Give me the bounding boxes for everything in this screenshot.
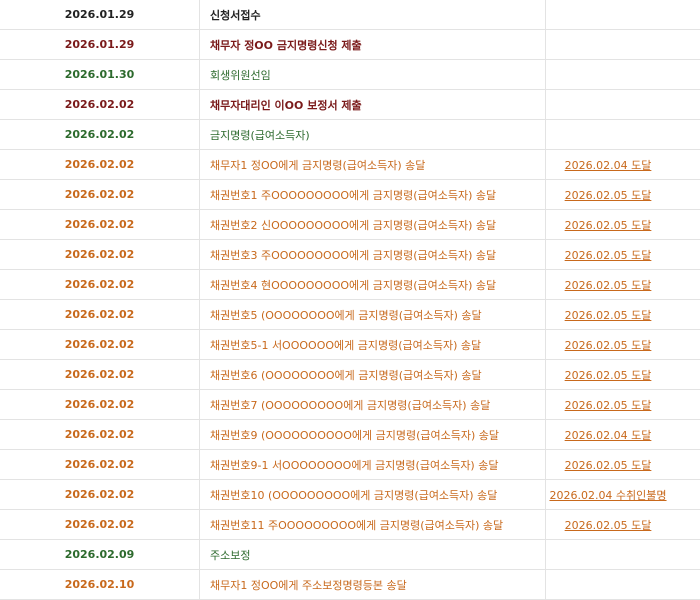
delivery-result-link[interactable]: 2026.02.05 도달 [565, 279, 652, 292]
delivery-result-link[interactable]: 2026.02.05 도달 [565, 309, 652, 322]
delivery-result-link[interactable]: 2026.02.05 도달 [565, 249, 652, 262]
progress-content: 채무자1 정OO에게 주소보정명령등본 송달 [200, 570, 546, 600]
progress-date: 2026.02.02 [0, 360, 200, 390]
delivery-result-link[interactable]: 2026.02.05 도달 [565, 189, 652, 202]
progress-content: 채권번호6 (OOOOOOOO에게 금지명령(급여소득자) 송달 [200, 360, 546, 390]
progress-row: 2026.02.02채권번호5 (OOOOOOOO에게 금지명령(급여소득자) … [0, 300, 700, 330]
delivery-result-link[interactable]: 2026.02.05 도달 [565, 519, 652, 532]
progress-date: 2026.02.02 [0, 480, 200, 510]
progress-result-cell: 2026.02.05 도달 [546, 180, 700, 210]
progress-row: 2026.02.02채권번호5-1 서OOOOOO에게 금지명령(급여소득자) … [0, 330, 700, 360]
progress-result-cell: 2026.02.05 도달 [546, 390, 700, 420]
progress-content: 회생위원선임 [200, 60, 546, 90]
progress-date: 2026.02.02 [0, 150, 200, 180]
progress-date: 2026.02.09 [0, 540, 200, 570]
progress-content: 채권번호10 (OOOOOOOOO에게 금지명령(급여소득자) 송달 [200, 480, 546, 510]
progress-row: 2026.02.02채권번호11 주OOOOOOOOO에게 금지명령(급여소득자… [0, 510, 700, 540]
progress-row: 2026.02.09주소보정 [0, 540, 700, 570]
progress-result-cell [546, 570, 700, 600]
progress-date: 2026.02.02 [0, 300, 200, 330]
progress-row: 2026.02.02채권번호6 (OOOOOOOO에게 금지명령(급여소득자) … [0, 360, 700, 390]
case-progress-rows: 2026.01.29신청서접수2026.01.29채무자 정OO 금지명령신청 … [0, 0, 700, 600]
progress-date: 2026.02.02 [0, 240, 200, 270]
progress-result-cell: 2026.02.05 도달 [546, 300, 700, 330]
delivery-result-link[interactable]: 2026.02.05 도달 [565, 459, 652, 472]
progress-date: 2026.01.29 [0, 30, 200, 60]
progress-result-cell: 2026.02.05 도달 [546, 450, 700, 480]
progress-content: 채권번호9-1 서OOOOOOOO에게 금지명령(급여소득자) 송달 [200, 450, 546, 480]
progress-date: 2026.02.02 [0, 90, 200, 120]
progress-date: 2026.02.02 [0, 510, 200, 540]
progress-content: 채권번호5 (OOOOOOOO에게 금지명령(급여소득자) 송달 [200, 300, 546, 330]
progress-result-cell: 2026.02.04 도달 [546, 150, 700, 180]
progress-row: 2026.01.29채무자 정OO 금지명령신청 제출 [0, 30, 700, 60]
progress-result-cell [546, 540, 700, 570]
progress-content: 채권번호9 (OOOOOOOOOO에게 금지명령(급여소득자) 송달 [200, 420, 546, 450]
delivery-result-link[interactable]: 2026.02.05 도달 [565, 369, 652, 382]
progress-result-cell: 2026.02.05 도달 [546, 240, 700, 270]
progress-content: 채권번호5-1 서OOOOOO에게 금지명령(급여소득자) 송달 [200, 330, 546, 360]
progress-date: 2026.01.30 [0, 60, 200, 90]
progress-result-cell [546, 120, 700, 150]
progress-result-cell: 2026.02.05 도달 [546, 210, 700, 240]
progress-result-cell: 2026.02.04 도달 [546, 420, 700, 450]
progress-content: 채권번호2 신OOOOOOOOO에게 금지명령(급여소득자) 송달 [200, 210, 546, 240]
progress-row: 2026.02.02채권번호2 신OOOOOOOOO에게 금지명령(급여소득자)… [0, 210, 700, 240]
progress-content: 채무자대리인 이OO 보정서 제출 [200, 90, 546, 120]
progress-content: 채권번호4 현OOOOOOOOO에게 금지명령(급여소득자) 송달 [200, 270, 546, 300]
progress-row: 2026.02.02채권번호7 (OOOOOOOOO에게 금지명령(급여소득자)… [0, 390, 700, 420]
progress-result-cell [546, 90, 700, 120]
progress-date: 2026.02.02 [0, 270, 200, 300]
progress-row: 2026.02.02채권번호1 주OOOOOOOOO에게 금지명령(급여소득자)… [0, 180, 700, 210]
progress-content: 채권번호11 주OOOOOOOOO에게 금지명령(급여소득자) 송달 [200, 510, 546, 540]
progress-row: 2026.02.02채권번호4 현OOOOOOOOO에게 금지명령(급여소득자)… [0, 270, 700, 300]
progress-row: 2026.02.02금지명령(급여소득자) [0, 120, 700, 150]
case-progress-table: 2026.01.29신청서접수2026.01.29채무자 정OO 금지명령신청 … [0, 0, 700, 600]
progress-result-cell: 2026.02.05 도달 [546, 510, 700, 540]
progress-result-cell: 2026.02.05 도달 [546, 360, 700, 390]
delivery-result-link[interactable]: 2026.02.05 도달 [565, 219, 652, 232]
progress-row: 2026.02.10채무자1 정OO에게 주소보정명령등본 송달 [0, 570, 700, 600]
progress-row: 2026.01.30회생위원선임 [0, 60, 700, 90]
progress-row: 2026.02.02채무자대리인 이OO 보정서 제출 [0, 90, 700, 120]
progress-content: 주소보정 [200, 540, 546, 570]
progress-content: 채무자 정OO 금지명령신청 제출 [200, 30, 546, 60]
progress-date: 2026.02.02 [0, 450, 200, 480]
delivery-result-link[interactable]: 2026.02.04 도달 [565, 429, 652, 442]
progress-date: 2026.02.02 [0, 180, 200, 210]
progress-date: 2026.02.02 [0, 330, 200, 360]
progress-content: 채무자1 정OO에게 금지명령(급여소득자) 송달 [200, 150, 546, 180]
progress-row: 2026.02.02채권번호10 (OOOOOOOOO에게 금지명령(급여소득자… [0, 480, 700, 510]
progress-content: 채권번호3 주OOOOOOOOO에게 금지명령(급여소득자) 송달 [200, 240, 546, 270]
progress-result-cell [546, 30, 700, 60]
progress-date: 2026.02.02 [0, 420, 200, 450]
progress-content: 신청서접수 [200, 0, 546, 30]
progress-date: 2026.02.02 [0, 390, 200, 420]
progress-content: 채권번호7 (OOOOOOOOO에게 금지명령(급여소득자) 송달 [200, 390, 546, 420]
progress-date: 2026.02.10 [0, 570, 200, 600]
progress-result-cell: 2026.02.05 도달 [546, 330, 700, 360]
progress-row: 2026.01.29신청서접수 [0, 0, 700, 30]
progress-row: 2026.02.02채무자1 정OO에게 금지명령(급여소득자) 송달 2026.… [0, 150, 700, 180]
progress-result-cell [546, 0, 700, 30]
progress-date: 2026.02.02 [0, 120, 200, 150]
delivery-result-link[interactable]: 2026.02.05 도달 [565, 399, 652, 412]
progress-date: 2026.02.02 [0, 210, 200, 240]
progress-result-cell: 2026.02.05 도달 [546, 270, 700, 300]
progress-date: 2026.01.29 [0, 0, 200, 30]
progress-row: 2026.02.02채권번호9-1 서OOOOOOOO에게 금지명령(급여소득자… [0, 450, 700, 480]
delivery-result-link[interactable]: 2026.02.04 도달 [565, 159, 652, 172]
delivery-result-link[interactable]: 2026.02.05 도달 [565, 339, 652, 352]
progress-result-cell: 2026.02.04 수취인불명 [546, 480, 700, 510]
progress-row: 2026.02.02채권번호3 주OOOOOOOOO에게 금지명령(급여소득자)… [0, 240, 700, 270]
delivery-result-link[interactable]: 2026.02.04 수취인불명 [549, 489, 666, 502]
progress-result-cell [546, 60, 700, 90]
progress-row: 2026.02.02채권번호9 (OOOOOOOOOO에게 금지명령(급여소득자… [0, 420, 700, 450]
progress-content: 금지명령(급여소득자) [200, 120, 546, 150]
progress-content: 채권번호1 주OOOOOOOOO에게 금지명령(급여소득자) 송달 [200, 180, 546, 210]
